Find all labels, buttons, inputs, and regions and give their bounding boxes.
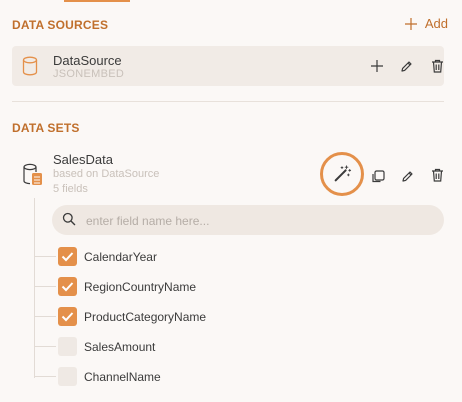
field-label: RegionCountryName [84,280,197,294]
field-label: CalendarYear [84,250,157,264]
preview-icon [371,169,385,182]
data-source-type: JSONEMBED [53,68,125,80]
active-tab-indicator [64,0,130,2]
add-dataset-button[interactable] [367,56,387,76]
magic-wand-icon [334,165,352,182]
delete-dataset-button[interactable] [427,165,447,185]
trash-icon [431,168,443,182]
checkmark-icon [61,282,74,292]
field-checkbox-salesamount[interactable] [58,337,77,356]
add-data-source-button[interactable]: Add [404,16,448,31]
tree-guide-line [34,198,35,378]
tree-branch [34,316,56,317]
field-label: ProductCategoryName [84,310,207,324]
data-source-card[interactable]: DataSource JSONEMBED [12,46,444,86]
delete-data-source-button[interactable] [427,56,447,76]
data-source-name: DataSource [53,53,122,68]
pencil-icon [401,170,413,182]
add-label: Add [424,16,448,31]
tree-branch [34,256,56,257]
data-sets-heading: DATA SETS [12,121,80,135]
auto-generate-button[interactable] [332,164,352,184]
plus-icon [404,17,417,31]
database-icon [22,56,38,81]
dataset-field-count: 5 fields [53,183,88,195]
field-checkbox-channelname[interactable] [58,367,77,386]
field-search-input[interactable] [84,211,428,231]
dataset-name: SalesData [53,152,113,167]
tree-branch [34,376,56,377]
preview-dataset-button[interactable] [368,166,388,186]
edit-dataset-button[interactable] [397,166,417,186]
trash-icon [431,59,443,73]
dataset-source-text: based on DataSource [53,168,160,180]
pencil-icon [400,60,412,72]
field-label: ChannelName [84,370,161,384]
dataset-icon [22,163,44,192]
field-search-box[interactable] [52,205,444,235]
plus-icon [371,60,383,72]
field-checkbox-calendaryear[interactable] [58,247,77,266]
checkmark-icon [61,252,74,262]
checkmark-icon [61,312,74,322]
section-divider [12,101,444,102]
field-checkbox-regioncountryname[interactable] [58,277,77,296]
field-label: SalesAmount [84,340,156,354]
search-icon [62,212,76,231]
data-sources-heading: DATA SOURCES [12,18,109,32]
edit-data-source-button[interactable] [396,56,416,76]
tree-branch [34,346,56,347]
field-checkbox-productcategoryname[interactable] [58,307,77,326]
tree-branch [34,286,56,287]
